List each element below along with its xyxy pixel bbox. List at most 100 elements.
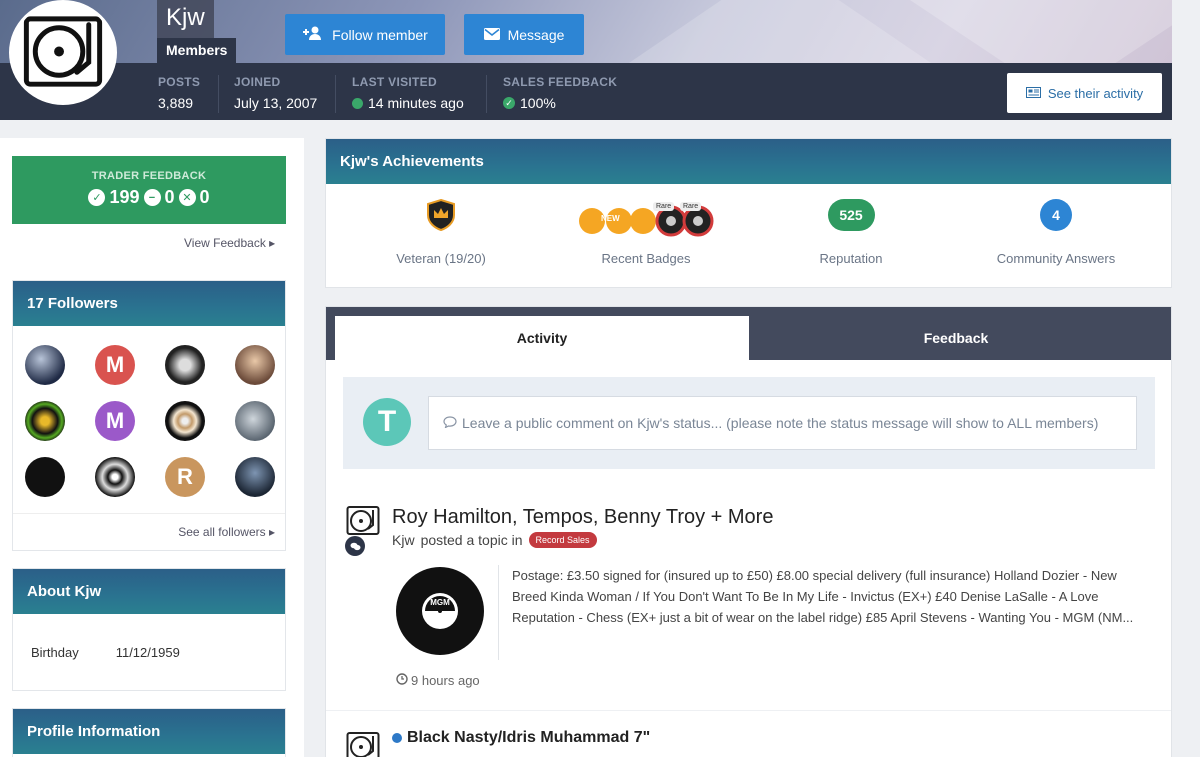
- follower-avatar[interactable]: R: [165, 457, 205, 497]
- post-time-text: 9 hours ago: [411, 673, 480, 688]
- follower-avatar[interactable]: [95, 457, 135, 497]
- stat-value: July 13, 2007: [234, 95, 318, 111]
- message-button[interactable]: Message: [464, 14, 584, 55]
- tab-feedback[interactable]: Feedback: [749, 316, 1163, 360]
- clock-icon: [396, 673, 408, 688]
- x-circle-icon: ✕: [178, 189, 196, 206]
- follow-member-label: Follow member: [332, 26, 428, 43]
- stat-label: SALES FEEDBACK: [503, 75, 618, 89]
- positive-count: 199: [109, 187, 140, 207]
- follower-avatar[interactable]: [165, 401, 205, 441]
- follower-avatar[interactable]: M: [95, 401, 135, 441]
- achievements-panel: Kjw's Achievements Veteran (19/20) NEW R…: [325, 138, 1172, 288]
- see-their-activity-label: See their activity: [1047, 85, 1144, 101]
- poster-avatar[interactable]: [346, 505, 380, 539]
- reputation-value: 525: [827, 199, 875, 231]
- see-all-followers-link[interactable]: See all followers ▸: [178, 525, 275, 539]
- follower-avatar[interactable]: [25, 457, 65, 497]
- caret-right-icon: ▸: [269, 236, 276, 250]
- follow-member-button[interactable]: Follow member: [285, 14, 445, 55]
- rare-label: Rare: [680, 202, 702, 211]
- turntable-icon: [346, 506, 380, 535]
- status-comment-placeholder: Leave a public comment on Kjw's status..…: [462, 415, 1099, 431]
- reputation[interactable]: 525 Reputation: [776, 199, 926, 266]
- stat-last-visited: LAST VISITED 14 minutes ago: [352, 75, 464, 111]
- crown-shield-icon: [366, 199, 516, 231]
- followers-title: 17 Followers: [13, 281, 285, 326]
- community-answers[interactable]: 4 Community Answers: [981, 199, 1131, 266]
- veteran-label: Veteran (19/20): [396, 251, 486, 266]
- activity-feed-panel: Activity Feedback T Leave a public comme…: [325, 306, 1172, 757]
- comments-icon: [345, 536, 365, 556]
- stat-value: 100%: [520, 95, 556, 111]
- stat-joined: JOINED July 13, 2007: [234, 75, 317, 111]
- post-record-image[interactable]: MGM: [396, 567, 484, 655]
- birthday-value: 11/12/1959: [115, 645, 180, 660]
- profile-information-box: Profile Information: [12, 708, 286, 757]
- stat-sales-feedback: SALES FEEDBACK ✓ 100%: [503, 75, 617, 111]
- profile-usergroup: Members: [157, 38, 237, 63]
- follower-avatar[interactable]: [165, 345, 205, 385]
- answers-label: Community Answers: [996, 251, 1116, 266]
- follower-avatar[interactable]: M: [95, 345, 135, 385]
- post-author[interactable]: Kjw: [392, 532, 415, 548]
- recent-badges-label: Recent Badges: [601, 251, 691, 266]
- post-title[interactable]: Roy Hamilton, Tempos, Benny Troy + More: [392, 506, 773, 529]
- current-user-avatar[interactable]: T: [363, 398, 411, 446]
- newspaper-icon: [1025, 86, 1041, 101]
- record-sales-tag[interactable]: Record Sales: [528, 532, 597, 548]
- neutral-count: 0: [164, 187, 175, 207]
- post-title: Black Nasty/Idris Muhammad 7": [407, 729, 651, 746]
- profile-information-title: Profile Information: [13, 709, 285, 754]
- view-feedback-label: View Feedback: [184, 236, 266, 250]
- check-circle-icon: ✓: [88, 189, 106, 206]
- recent-badges[interactable]: NEW Rare Rare Recent Badges: [571, 199, 721, 266]
- stat-value: 14 minutes ago: [368, 95, 464, 111]
- message-label: Message: [507, 26, 565, 43]
- answers-value: 4: [1040, 199, 1072, 231]
- caret-right-icon: ▸: [268, 525, 275, 539]
- status-comment-input[interactable]: Leave a public comment on Kjw's status..…: [428, 396, 1137, 450]
- see-their-activity-button[interactable]: See their activity: [1007, 73, 1162, 113]
- post-excerpt-text: Postage: £3.50 signed for (insured up to…: [512, 568, 1134, 625]
- stat-label: JOINED: [234, 75, 281, 89]
- about-title: About Kjw: [13, 569, 285, 614]
- achievements-title: Kjw's Achievements: [326, 139, 1171, 184]
- profile-username: Kjw: [157, 0, 214, 38]
- post-excerpt: Postage: £3.50 signed for (insured up to…: [498, 565, 1148, 660]
- envelope-icon: [483, 27, 500, 43]
- post-time: 9 hours ago: [396, 673, 480, 688]
- stat-posts: POSTS 3,889: [158, 75, 200, 111]
- poster-avatar[interactable]: [346, 731, 380, 757]
- comment-icon: [443, 415, 457, 431]
- status-comment-area: T Leave a public comment on Kjw's status…: [343, 377, 1155, 469]
- followers-box: 17 Followers M M R See all followers ▸: [12, 280, 286, 551]
- stat-label: POSTS: [158, 75, 201, 89]
- reputation-label: Reputation: [819, 251, 883, 266]
- stat-value: 3,889: [158, 95, 194, 111]
- post-title-row[interactable]: Black Nasty/Idris Muhammad 7": [392, 729, 650, 747]
- online-dot-icon: [352, 97, 363, 109]
- about-box: About Kjw Birthday 11/12/1959: [12, 568, 286, 691]
- follower-avatar[interactable]: [235, 401, 275, 441]
- veteran-achievement[interactable]: Veteran (19/20): [366, 199, 516, 266]
- profile-avatar[interactable]: [9, 0, 117, 105]
- view-feedback-link[interactable]: View Feedback ▸: [184, 236, 275, 250]
- follower-avatar[interactable]: [235, 345, 275, 385]
- post-action: posted a topic in: [420, 532, 523, 548]
- trader-feedback-box: TRADER FEEDBACK ✓ 199 − 0 ✕ 0: [12, 156, 286, 224]
- stat-label: LAST VISITED: [352, 75, 437, 89]
- user-plus-icon: [302, 26, 324, 43]
- follower-avatar[interactable]: [25, 401, 65, 441]
- trader-feedback-label: TRADER FEEDBACK: [91, 170, 207, 182]
- see-all-followers-label: See all followers: [178, 525, 266, 539]
- follower-avatar[interactable]: [235, 457, 275, 497]
- unread-dot-icon: [392, 733, 402, 743]
- birthday-label: Birthday: [31, 645, 79, 660]
- check-circle-icon: ✓: [503, 97, 515, 109]
- rare-label: Rare: [653, 202, 675, 211]
- negative-count: 0: [199, 187, 210, 207]
- follower-avatar[interactable]: [25, 345, 65, 385]
- tab-activity[interactable]: Activity: [335, 316, 749, 360]
- turntable-icon: [346, 732, 380, 757]
